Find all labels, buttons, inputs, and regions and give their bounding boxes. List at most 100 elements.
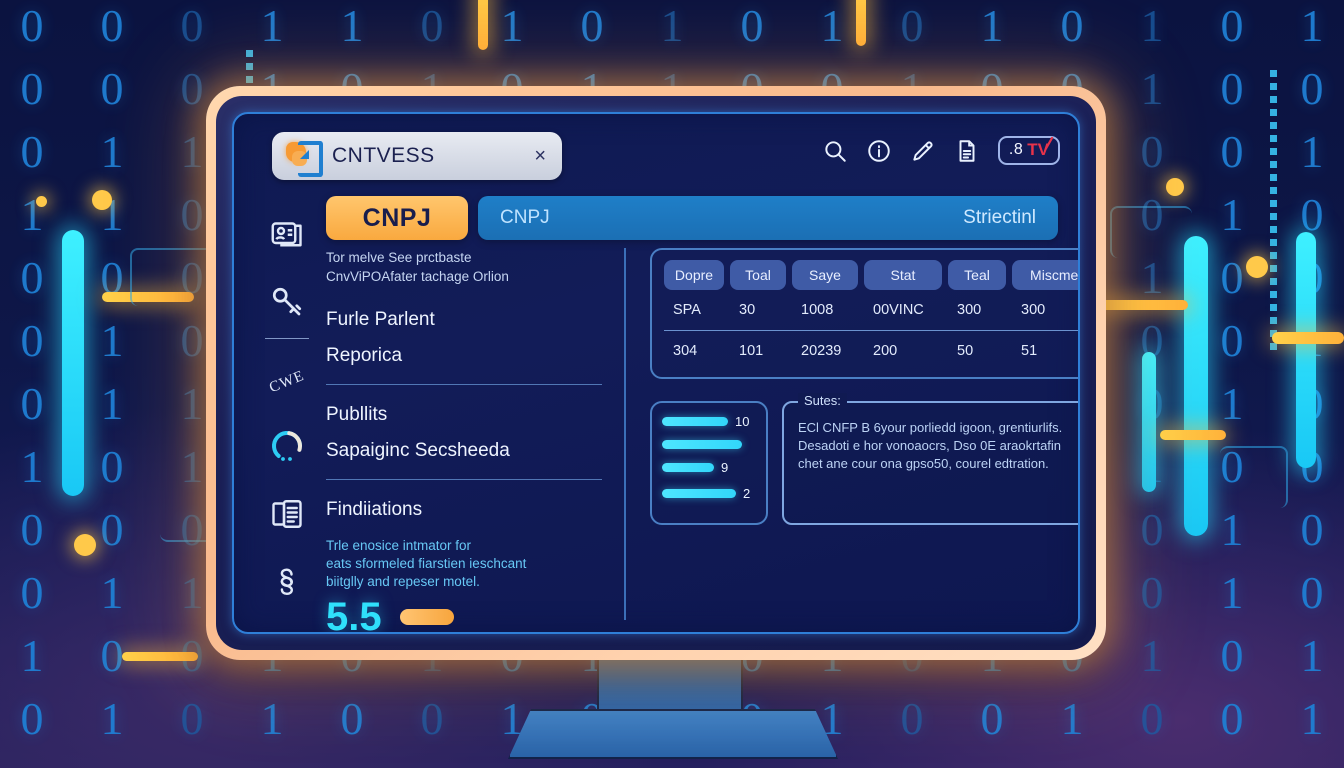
pencil-edit-icon[interactable] <box>910 138 936 164</box>
bar-chart-value: 10 <box>735 414 750 429</box>
monitor-stand-base <box>508 709 838 759</box>
metric-row: 5.5 <box>326 595 602 634</box>
tab-secondary-right-label: Striectinl <box>963 207 1036 228</box>
cyan-glow-bar <box>62 230 84 496</box>
sidebar-item-section[interactable] <box>269 564 305 600</box>
tab-cnpj-secondary[interactable]: CNPJ Striectinl <box>478 196 1058 240</box>
list-item[interactable]: Publlits <box>326 399 602 435</box>
list-item[interactable]: Sapaiginc Secsheeda <box>326 435 602 471</box>
app-tab[interactable]: CNTVESS × <box>272 132 562 180</box>
bar-chart-bar <box>662 417 728 426</box>
note-line-2: Desadoti e hor vonoaocrs, Dso 0E araokrt… <box>798 438 1062 453</box>
bar-chart-bar <box>662 463 714 472</box>
sidebar-item-cwe-label: CWE <box>266 368 307 397</box>
scene: 0 0 0 1 0 0 0 1 0 0 1 00 0 1 1 0 1 1 0 0… <box>0 0 1344 768</box>
metric-value: 5.5 <box>326 595 382 634</box>
search-icon[interactable] <box>822 138 848 164</box>
sidebar-item-progress[interactable] <box>269 428 305 464</box>
divider <box>326 384 602 385</box>
glow-dot <box>92 190 112 210</box>
yellow-accent-bar <box>1096 300 1188 310</box>
close-icon[interactable]: × <box>532 146 548 166</box>
glow-dot <box>36 196 47 207</box>
sidebar-item-key[interactable] <box>269 284 305 320</box>
table-row[interactable]: SPA 30 1008 00VINC 300 300 <box>664 290 1078 330</box>
table-cell: 200 <box>873 343 898 359</box>
metric-pill <box>399 609 454 625</box>
section-title: Findiiations <box>326 499 423 520</box>
table-header-row: DopreToalSayeStatTealMiscment <box>664 260 1078 290</box>
list-item[interactable]: Furle Parlent <box>326 304 602 340</box>
sidebar-item-id-card[interactable] <box>269 216 305 252</box>
table-cell: SPA <box>673 302 701 318</box>
bar-chart-row: 9 <box>662 460 756 475</box>
bar-chart-value: 9 <box>721 460 729 475</box>
bottom-row: 10 9 2 Sutes: ECl CNFP B 6your porliedd ig… <box>650 393 1078 525</box>
right-panel: DopreToalSayeStatTealMiscment SPA 30 1008 0… <box>626 248 1078 620</box>
table-row[interactable]: 304 101 20239 200 50 51 <box>664 330 1078 371</box>
toolbar: .8 TV <box>822 136 1060 165</box>
glow-dot <box>1246 256 1268 278</box>
note-line-3: chet ane cour ona gpso50, courel edtrati… <box>798 456 1049 471</box>
bar-chart: 10 9 2 <box>650 401 768 525</box>
table-cell: 304 <box>673 343 698 359</box>
sidebar-item-cwe[interactable]: CWE <box>266 368 307 397</box>
yellow-glow-bar <box>478 0 488 50</box>
glow-dot <box>74 534 96 556</box>
note-panel: Sutes: ECl CNFP B 6your porliedd igoon, … <box>782 393 1078 525</box>
divider <box>326 479 602 480</box>
tab-strip: CNTVESS × .8 TV <box>234 114 1078 186</box>
body-line-1: Trle enosice intmator for <box>326 538 472 553</box>
tab-secondary-label: CNPJ <box>500 207 550 228</box>
monitor: CNTVESS × .8 TV CNPJ CNPJ Striectinl CWE… <box>206 86 1106 660</box>
note-title: Sutes: <box>798 393 847 408</box>
dotted-line-right <box>1270 70 1277 350</box>
table-column-header[interactable]: Teal <box>948 260 1006 290</box>
yellow-accent-bar <box>1160 430 1226 440</box>
bar-chart-bar <box>662 489 736 498</box>
body-text: Trle enosice intmator for eats sformeled… <box>326 537 602 591</box>
sidebar-item-documents[interactable] <box>269 496 305 532</box>
document-icon[interactable] <box>954 138 980 164</box>
data-table: DopreToalSayeStatTealMiscment SPA 30 1008 0… <box>650 248 1078 379</box>
table-cell: 30 <box>739 302 756 318</box>
table-column-header[interactable]: Miscment <box>1012 260 1078 290</box>
info-circle-icon[interactable] <box>866 138 892 164</box>
lead-line-1: Tor melve See prctbaste <box>326 250 472 265</box>
lead-text: Tor melve See prctbaste CnvViPOAfater ta… <box>326 248 602 286</box>
screen: CNTVESS × .8 TV CNPJ CNPJ Striectinl CWE… <box>232 112 1080 634</box>
bar-chart-value: 2 <box>743 486 751 501</box>
binary-column: 0 0 1 1 0 1 1 0 0 1 0 1 <box>100 0 124 744</box>
lead-line-2: CnvViPOAfater tachage Orlion <box>326 269 509 284</box>
circuit-line <box>130 248 218 306</box>
monitor-bezel: CNTVESS × .8 TV CNPJ CNPJ Striectinl CWE… <box>216 96 1096 650</box>
tab-row: CNPJ CNPJ Striectinl <box>326 196 1058 240</box>
main-content: Tor melve See prctbaste CnvViPOAfater ta… <box>326 248 1078 632</box>
bar-chart-row: 2 <box>662 486 756 501</box>
list-item[interactable]: Reporica <box>326 340 602 376</box>
table-cell: 101 <box>739 343 764 359</box>
tv-badge-number: .8 <box>1008 141 1024 158</box>
yellow-accent-bar <box>1272 332 1344 344</box>
tab-cnpj-primary[interactable]: CNPJ <box>326 196 468 240</box>
table-column-header[interactable]: Stat <box>864 260 942 290</box>
bar-chart-row: 10 <box>662 414 756 429</box>
glow-dot <box>1166 178 1184 196</box>
sidebar-divider <box>265 338 309 340</box>
table-cell: 300 <box>957 302 982 318</box>
note-body: ECl CNFP B 6your porliedd igoon, grentiu… <box>798 419 1078 473</box>
table-column-header[interactable]: Toal <box>730 260 786 290</box>
yellow-accent-bar <box>122 652 198 661</box>
yellow-glow-bar <box>856 0 866 46</box>
note-line-1: ECl CNFP B 6your porliedd igoon, grentiu… <box>798 420 1063 435</box>
tv-badge[interactable]: .8 TV <box>997 136 1060 165</box>
circuit-line <box>1110 206 1192 258</box>
body-line-2: eats sformeled fiarstien ieschcant <box>326 556 527 571</box>
app-logo-icon <box>286 141 323 177</box>
table-column-header[interactable]: Dopre <box>664 260 724 290</box>
table-cell: 50 <box>957 343 974 359</box>
body-line-3: biitglly and repeser motel. <box>326 574 480 589</box>
sidebar: CWE <box>256 196 318 622</box>
table-column-header[interactable]: Saye <box>792 260 858 290</box>
table-cell: 20239 <box>801 343 842 359</box>
